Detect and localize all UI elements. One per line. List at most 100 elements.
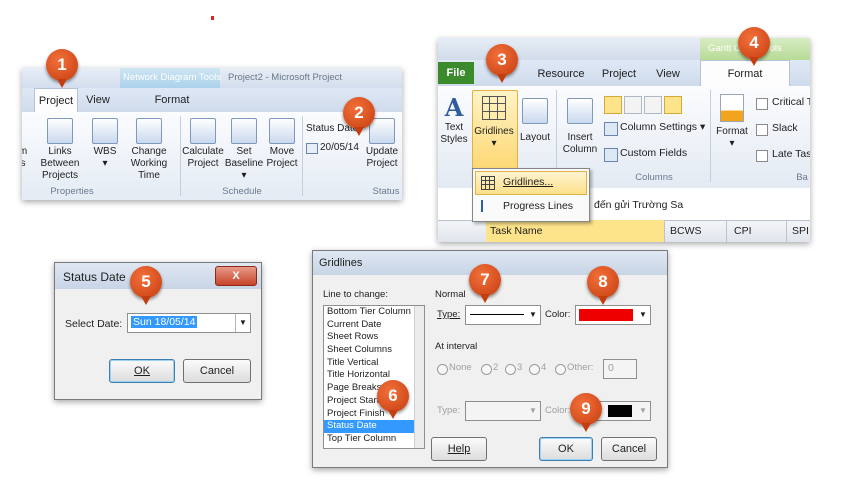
list-scrollbar[interactable] — [414, 306, 424, 448]
tab-resource-label: Resource — [537, 68, 585, 80]
list-item[interactable]: Project Finish — [324, 408, 424, 421]
list-item[interactable]: Sheet Columns — [324, 344, 424, 357]
ok-button[interactable]: OK — [539, 437, 593, 461]
list-item[interactable]: Page Breaks — [324, 382, 424, 395]
none-radio[interactable] — [437, 364, 448, 375]
gridlines-button[interactable]: Gridlines ▾ — [472, 94, 516, 150]
tab-format[interactable]: Format — [700, 60, 790, 87]
interval-3-radio[interactable] — [505, 364, 516, 375]
list-item[interactable]: Title Horizontal — [324, 369, 424, 382]
update-label: Update — [365, 146, 399, 157]
critical-label: Critical T — [772, 96, 810, 108]
column-settings-button[interactable]: Column Settings ▾ — [620, 121, 705, 133]
column-divider — [786, 220, 787, 242]
insert-column-button[interactable]: Insert Column — [560, 94, 600, 156]
tab-view[interactable]: View — [650, 62, 686, 86]
update-sub: Project — [366, 158, 398, 169]
text-styles-sub: Styles — [440, 134, 468, 145]
custom-fields-button[interactable]: Custom Fields — [620, 147, 687, 159]
cancel-button[interactable]: Cancel — [183, 359, 251, 383]
line-list[interactable]: Bottom Tier Column Current Date Sheet Rows… — [323, 305, 425, 449]
tab-format-label: Format — [154, 94, 190, 106]
line-list-items: Bottom Tier Column Current Date Sheet Rows… — [324, 306, 424, 446]
dropdown-progress-label[interactable]: Progress Lines — [503, 200, 573, 212]
align-center-icon[interactable] — [624, 96, 642, 114]
interval-color-swatch — [608, 405, 632, 417]
callout-badge-8: 8 — [587, 266, 619, 305]
project-ribbon-panel: Network Diagram Tools Project2 - Microso… — [22, 68, 402, 200]
update-icon — [369, 118, 395, 144]
links-label: Links Between — [40, 146, 80, 169]
none-radio-label: None — [449, 362, 472, 373]
wbs-button[interactable]: WBS ▾ — [90, 118, 120, 170]
tab-format[interactable]: Format — [142, 88, 202, 112]
move-icon — [269, 118, 295, 144]
interval-2-label: 2 — [493, 362, 499, 373]
move-sub: Project — [266, 158, 298, 169]
tab-project[interactable]: Project — [34, 88, 78, 113]
late-tasks-checkbox[interactable] — [756, 150, 768, 162]
tab-view[interactable]: View — [82, 88, 114, 112]
cwt-label: Change — [131, 146, 167, 157]
calculate-project-button[interactable]: Calculate Project — [182, 118, 224, 170]
chevron-down-icon[interactable]: ▼ — [235, 314, 250, 332]
list-item[interactable]: Status Date — [324, 420, 424, 433]
interval-2-radio[interactable] — [481, 364, 492, 375]
format-label: Format — [716, 126, 748, 137]
cancel-button[interactable]: Cancel — [601, 437, 657, 461]
tab-project[interactable]: Project — [598, 62, 640, 86]
ok-button[interactable]: OK — [109, 359, 175, 383]
cwt-sub: Working Time — [130, 158, 168, 181]
close-button[interactable]: X — [215, 266, 257, 286]
links-between-projects-button[interactable]: Links Between Projects — [32, 118, 88, 182]
select-date-field[interactable]: Sun 18/05/14 ▼ — [127, 313, 251, 333]
critical-checkbox[interactable] — [756, 98, 768, 110]
cpi-header-label[interactable]: CPI — [734, 225, 752, 237]
list-item[interactable]: Project Start — [324, 395, 424, 408]
links-sub: Projects — [41, 170, 79, 181]
list-item[interactable]: Title Vertical — [324, 357, 424, 370]
move-project-button[interactable]: Move Project — [264, 118, 300, 170]
help-button[interactable]: Help — [431, 437, 487, 461]
list-item[interactable]: Bottom Tier Column — [324, 306, 424, 319]
wrap-text-icon[interactable] — [664, 96, 682, 114]
chevron-down-icon[interactable]: ▼ — [636, 402, 650, 420]
other-value-field[interactable]: 0 — [603, 359, 637, 379]
chevron-down-icon[interactable]: ▼ — [636, 306, 650, 324]
change-working-time-button[interactable]: Change Working Time — [120, 118, 178, 182]
status-date-value[interactable]: 20/05/14 — [320, 142, 359, 153]
interval-4-radio[interactable] — [529, 364, 540, 375]
align-buttons[interactable] — [604, 96, 684, 114]
gridlines-sub: ▾ — [491, 138, 497, 149]
list-item[interactable]: Sheet Rows — [324, 331, 424, 344]
chevron-down-icon[interactable]: ▼ — [526, 306, 540, 324]
align-left-icon[interactable] — [604, 96, 622, 114]
group-properties: Properties — [50, 186, 94, 197]
list-item[interactable]: Current Date — [324, 319, 424, 332]
spi-header-label[interactable]: SPI — [792, 225, 809, 237]
text-styles-icon: A — [444, 93, 464, 122]
layout-button[interactable]: Layout — [518, 94, 552, 144]
text-styles-button[interactable]: A Text Styles — [438, 94, 470, 146]
callout-badge-3: 3 — [486, 44, 518, 83]
list-item[interactable]: Top Tier Column — [324, 433, 424, 446]
interval-type-select[interactable]: ▼ — [465, 401, 541, 421]
tab-file[interactable]: File — [438, 62, 474, 84]
select-date-value: Sun 18/05/14 — [131, 316, 198, 328]
layout-label: Layout — [519, 132, 551, 143]
align-right-icon[interactable] — [644, 96, 662, 114]
interval-type-label: Type: — [437, 405, 461, 416]
chevron-down-icon[interactable]: ▼ — [526, 402, 540, 420]
set-baseline-button[interactable]: Set Baseline ▾ — [224, 118, 264, 182]
other-radio[interactable] — [555, 364, 566, 375]
tab-view-label: View — [86, 94, 110, 106]
normal-type-select[interactable]: ▼ — [465, 305, 541, 325]
solid-line-swatch — [470, 314, 524, 315]
format-button[interactable]: Format ▾ — [714, 94, 750, 150]
cmd-cut-off[interactable]: m s — [22, 118, 28, 170]
tab-resource[interactable]: Resource — [534, 62, 588, 86]
slack-checkbox[interactable] — [756, 124, 768, 136]
normal-color-select[interactable]: ▼ — [575, 305, 651, 325]
cancel-label: Cancel — [611, 443, 647, 455]
bcws-header-label[interactable]: BCWS — [670, 225, 702, 237]
